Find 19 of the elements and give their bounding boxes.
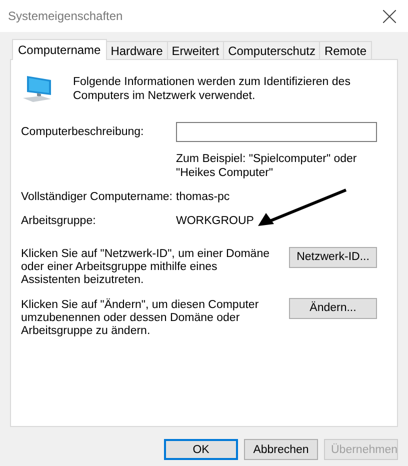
intro-text: Folgende Informationen werden zum Identifizieren des Computers im Netzwerk verwendet.: [73, 75, 352, 103]
window-title: Systemeigenschaften: [8, 9, 123, 23]
hint-text: Zum Beispiel: "Spielcomputer" oder "Heikes Computer": [176, 152, 358, 180]
instruction-text: Klicken Sie auf "Ändern", um diesen Computer umzubenennen oder dessen Domäne oder Arbeitsgruppe zu ändern.: [21, 299, 260, 338]
field-value: WORKGROUP: [176, 214, 254, 228]
tab[interactable]: Computerschutz: [223, 41, 320, 59]
instruction-text: Klicken Sie auf "Netzwerk-ID", um einer Domäne oder einer Arbeitsgruppe mithilfe eines Assistenten beizutreten.: [21, 248, 270, 287]
action-button[interactable]: Ändern...: [289, 298, 377, 319]
field-label: Arbeitsgruppe:: [21, 214, 97, 228]
action-button[interactable]: Netzwerk-ID...: [289, 247, 377, 268]
dialog-button[interactable]: OK: [164, 439, 238, 460]
tab[interactable]: Remote: [319, 41, 372, 59]
dialog-button[interactable]: Abbrechen: [244, 439, 318, 460]
field-value: thomas-pc: [176, 190, 230, 204]
field-label: Vollständiger Computername:: [21, 190, 174, 204]
tab[interactable]: Computername: [12, 39, 107, 60]
description-label: Computerbeschreibung:: [21, 125, 145, 139]
close-icon[interactable]: [383, 10, 396, 22]
description-field[interactable]: [176, 122, 377, 142]
